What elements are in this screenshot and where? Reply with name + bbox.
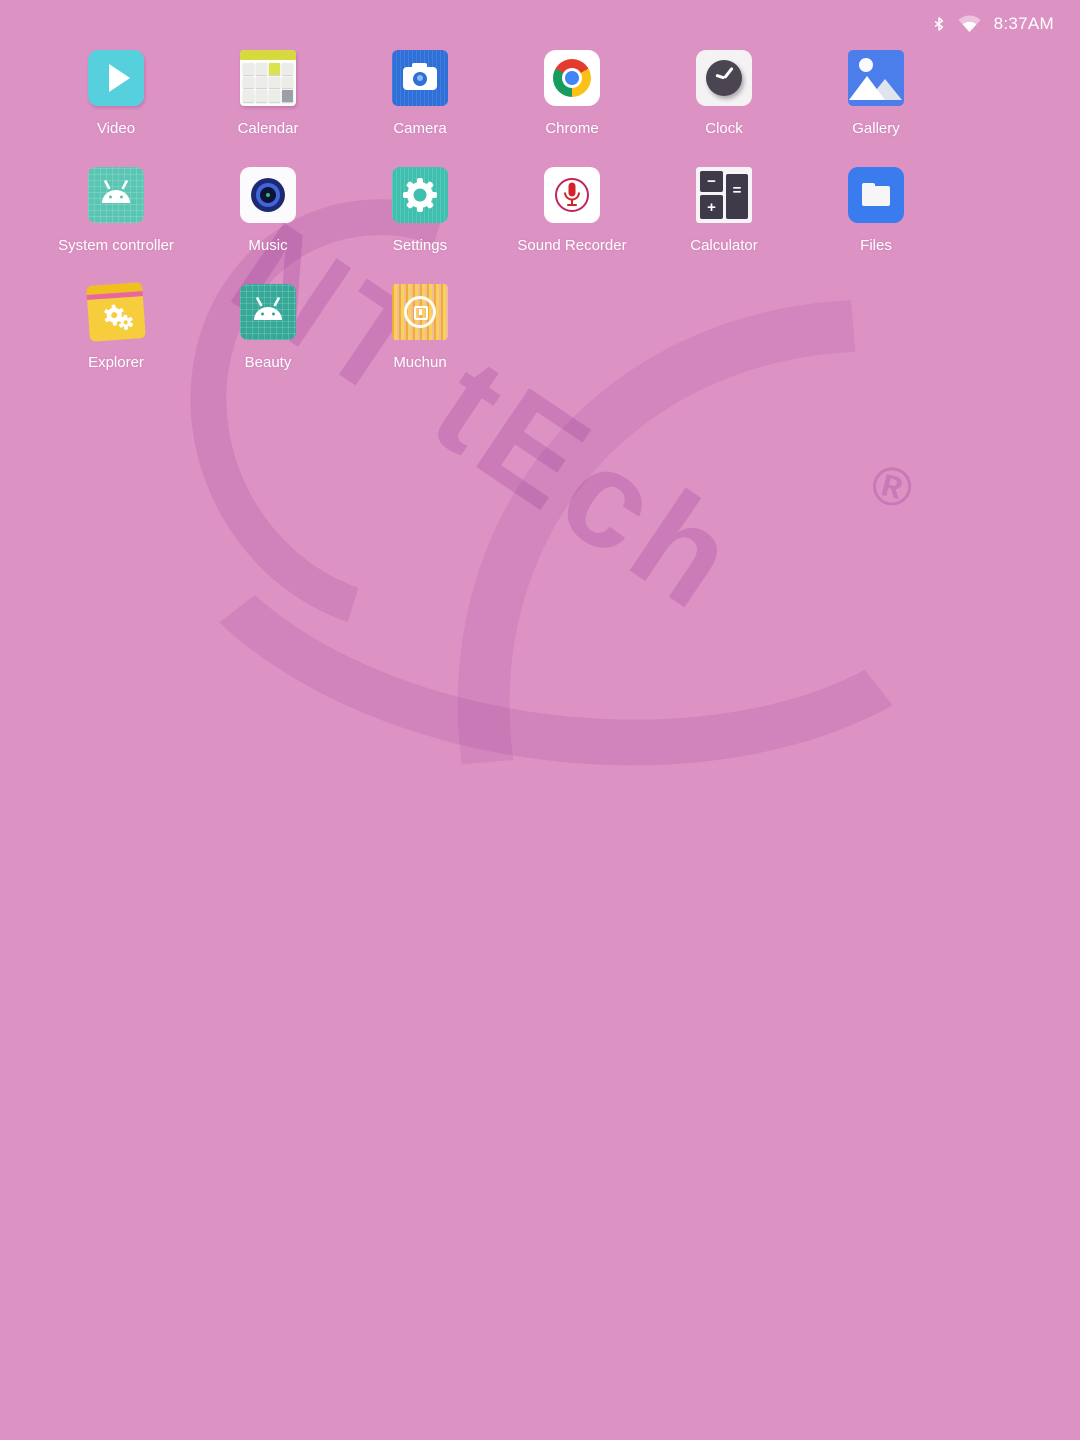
app-label: Calendar xyxy=(238,121,299,136)
watermark-gap xyxy=(389,408,424,431)
app-grid: Video Calendar Camera Chrome Clock Gallery Sy… xyxy=(40,44,952,395)
app-label: Gallery xyxy=(852,121,900,136)
app-label: Sound Recorder xyxy=(517,238,626,253)
status-time: 8:37AM xyxy=(994,14,1054,34)
status-bar: 8:37AM xyxy=(933,12,1054,36)
android-home-screen: { "status_bar": { "time": "8:37AM", "ico… xyxy=(0,0,1080,768)
app-muchun[interactable]: Muchun xyxy=(344,278,496,395)
app-label: Camera xyxy=(393,121,446,136)
app-label: Beauty xyxy=(245,355,292,370)
app-label: Calculator xyxy=(690,238,758,253)
app-camera[interactable]: Camera xyxy=(344,44,496,161)
app-music[interactable]: Music xyxy=(192,161,344,278)
android-robot-icon xyxy=(88,167,144,223)
folder-icon xyxy=(848,167,904,223)
app-chrome[interactable]: Chrome xyxy=(496,44,648,161)
camera-icon xyxy=(392,50,448,106)
app-label: Music xyxy=(248,238,287,253)
app-explorer[interactable]: Explorer xyxy=(40,278,192,395)
photo-mountain-icon xyxy=(848,50,904,106)
folder-gear-icon xyxy=(88,284,144,340)
app-label: System controller xyxy=(58,238,174,253)
microphone-icon xyxy=(544,167,600,223)
wifi-icon xyxy=(957,15,982,33)
app-video[interactable]: Video xyxy=(40,44,192,161)
app-system_controller[interactable]: System controller xyxy=(40,161,192,278)
app-label: Video xyxy=(97,121,135,136)
speaker-icon xyxy=(240,167,296,223)
clock-icon xyxy=(696,50,752,106)
app-label: Settings xyxy=(393,238,447,253)
bluetooth-icon xyxy=(933,15,945,33)
app-label: Clock xyxy=(705,121,743,136)
app-sound_recorder[interactable]: Sound Recorder xyxy=(496,161,648,278)
app-calculator[interactable]: −+= Calculator xyxy=(648,161,800,278)
gear-icon xyxy=(392,167,448,223)
app-calendar[interactable]: Calendar xyxy=(192,44,344,161)
app-label: Files xyxy=(860,238,892,253)
app-label: Muchun xyxy=(393,355,446,370)
app-label: Chrome xyxy=(545,121,598,136)
chrome-browser-icon xyxy=(544,50,600,106)
app-clock[interactable]: Clock xyxy=(648,44,800,161)
android-robot-icon xyxy=(240,284,296,340)
calendar-icon xyxy=(240,50,296,106)
ring-logo-icon xyxy=(392,284,448,340)
registered-trademark-icon: ® xyxy=(865,452,919,522)
video-play-icon xyxy=(88,50,144,106)
calculator-icon: −+= xyxy=(696,167,752,223)
app-beauty[interactable]: Beauty xyxy=(192,278,344,395)
app-gallery[interactable]: Gallery xyxy=(800,44,952,161)
app-settings[interactable]: Settings xyxy=(344,161,496,278)
app-files[interactable]: Files xyxy=(800,161,952,278)
app-label: Explorer xyxy=(88,355,144,370)
